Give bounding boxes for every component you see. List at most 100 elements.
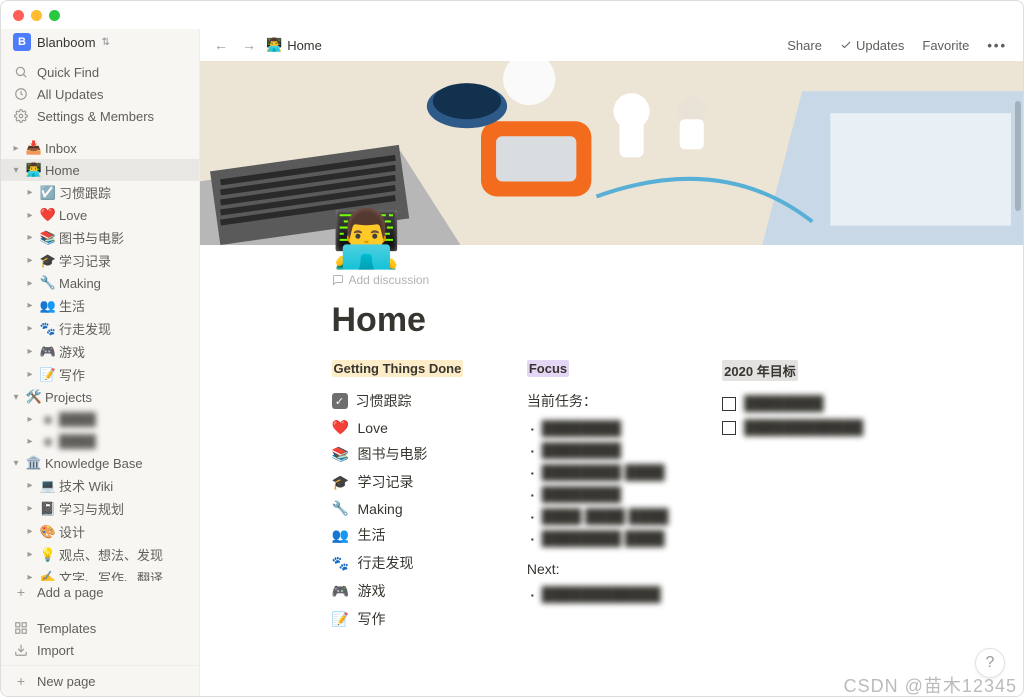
caret-icon[interactable]: ▾ xyxy=(9,456,23,470)
cover-image[interactable] xyxy=(200,61,1023,245)
scrollbar-thumb[interactable] xyxy=(1015,101,1021,211)
content-scroll[interactable]: 👨‍💻 Add discussion Home Getting Things D… xyxy=(200,61,1023,696)
checkbox-icon: ✓ xyxy=(332,393,348,409)
bullet-item[interactable]: ████████ ████ xyxy=(531,461,696,483)
item-emoji: 🎓 xyxy=(332,474,350,491)
share-button[interactable]: Share xyxy=(781,36,828,55)
bullet-item[interactable]: ████ ████ ████ xyxy=(531,505,696,527)
caret-icon[interactable]: ▸ xyxy=(9,141,23,155)
gtd-item[interactable]: 🐾行走发现 xyxy=(332,549,501,577)
gtd-item[interactable]: 🔧Making xyxy=(332,496,501,521)
gtd-item[interactable]: 📚图书与电影 xyxy=(332,440,501,468)
caret-icon[interactable]: ▾ xyxy=(9,390,23,404)
tree-page[interactable]: ▸🐾行走发现 xyxy=(1,317,199,340)
tree-page[interactable]: ▸👥生活 xyxy=(1,294,199,317)
workspace-switcher[interactable]: B Blanboom ⇅ xyxy=(1,29,199,61)
tree-page[interactable]: ▸☑️习惯跟踪 xyxy=(1,181,199,204)
gtd-item[interactable]: 📝写作 xyxy=(332,605,501,633)
bullet-item[interactable]: ████████ xyxy=(531,439,696,461)
breadcrumb[interactable]: 👨‍💻 Home xyxy=(266,37,322,53)
download-icon xyxy=(13,642,29,658)
gtd-item[interactable]: ✓习惯跟踪 xyxy=(332,387,501,415)
caret-icon[interactable]: ▾ xyxy=(9,163,23,177)
tree-section[interactable]: ▾🏛️Knowledge Base xyxy=(1,452,199,474)
tree-page[interactable]: ▸🎓学习记录 xyxy=(1,249,199,272)
caret-icon[interactable]: ▸ xyxy=(23,571,37,582)
tree-page[interactable]: ▸🎮游戏 xyxy=(1,340,199,363)
caret-icon[interactable]: ▸ xyxy=(23,548,37,562)
item-emoji: ❤️ xyxy=(332,419,350,436)
page-title[interactable]: Home xyxy=(332,301,892,340)
tree-page[interactable]: ▸■████ xyxy=(1,408,199,430)
tree-page[interactable]: ▸🎨设计 xyxy=(1,520,199,543)
caret-icon[interactable]: ▸ xyxy=(23,276,37,290)
bullet-text: ████████ xyxy=(542,442,621,458)
tree-page[interactable]: ▸✍️文字、写作、翻译 xyxy=(1,566,199,581)
gtd-item[interactable]: 👥生活 xyxy=(332,521,501,549)
caret-icon[interactable]: ▸ xyxy=(23,434,37,448)
settings-members[interactable]: Settings & Members xyxy=(1,105,199,127)
column-goals: 2020 年目标 ████████████████████ xyxy=(722,360,891,439)
gtd-item[interactable]: 🎓学习记录 xyxy=(332,468,501,496)
help-button[interactable]: ? xyxy=(975,648,1005,678)
new-page-link[interactable]: + New page xyxy=(1,670,199,692)
bullet-item[interactable]: ████████ ████ xyxy=(531,527,696,549)
caret-icon[interactable]: ▸ xyxy=(23,299,37,313)
caret-icon[interactable]: ▸ xyxy=(23,502,37,516)
tree-section[interactable]: ▸📥Inbox xyxy=(1,137,199,159)
add-page-link[interactable]: + Add a page xyxy=(1,581,199,603)
heading-gtd[interactable]: Getting Things Done xyxy=(332,360,464,377)
tree-page[interactable]: ▸💻技术 Wiki xyxy=(1,474,199,497)
quick-find[interactable]: Quick Find xyxy=(1,61,199,83)
favorite-button[interactable]: Favorite xyxy=(916,36,975,55)
goal-task[interactable]: ████████ xyxy=(722,391,891,415)
heading-focus[interactable]: Focus xyxy=(527,360,569,377)
check-icon xyxy=(840,39,852,51)
goal-task[interactable]: ████████████ xyxy=(722,415,891,439)
tree-emoji: ☑️ xyxy=(39,185,57,201)
maximize-window-dot[interactable] xyxy=(49,10,60,21)
gtd-item[interactable]: 🎮游戏 xyxy=(332,577,501,605)
tree-page[interactable]: ▸🔧Making xyxy=(1,272,199,294)
updates-button[interactable]: Updates xyxy=(834,36,910,55)
gtd-item[interactable]: ❤️Love xyxy=(332,415,501,440)
tree-page[interactable]: ▸■████ xyxy=(1,430,199,452)
caret-icon[interactable]: ▸ xyxy=(23,231,37,245)
caret-icon[interactable]: ▸ xyxy=(23,479,37,493)
checkbox-icon[interactable] xyxy=(722,397,736,411)
import-link[interactable]: Import xyxy=(1,639,199,661)
more-menu-button[interactable]: ••• xyxy=(981,36,1013,55)
all-updates[interactable]: All Updates xyxy=(1,83,199,105)
caret-icon[interactable]: ▸ xyxy=(23,322,37,336)
caret-icon[interactable]: ▸ xyxy=(23,525,37,539)
tree-page[interactable]: ▸📝写作 xyxy=(1,363,199,386)
tree-emoji: 📝 xyxy=(39,367,57,383)
templates-link[interactable]: Templates xyxy=(1,617,199,639)
bullet-item[interactable]: ████████ xyxy=(531,417,696,439)
caret-icon[interactable]: ▸ xyxy=(23,368,37,382)
bullet-item[interactable]: ████████ xyxy=(531,483,696,505)
minimize-window-dot[interactable] xyxy=(31,10,42,21)
item-emoji: 📚 xyxy=(332,446,350,463)
tree-page[interactable]: ▸📚图书与电影 xyxy=(1,226,199,249)
checkbox-icon[interactable] xyxy=(722,421,736,435)
back-button[interactable]: ← xyxy=(210,34,232,56)
page-icon[interactable]: 👨‍💻 xyxy=(332,211,402,267)
clock-icon xyxy=(13,86,29,102)
tree-page[interactable]: ▸❤️Love xyxy=(1,204,199,226)
close-window-dot[interactable] xyxy=(13,10,24,21)
tree-page[interactable]: ▸💡观点、想法、发现 xyxy=(1,543,199,566)
caret-icon[interactable]: ▸ xyxy=(23,412,37,426)
caret-icon[interactable]: ▸ xyxy=(23,208,37,222)
caret-icon[interactable]: ▸ xyxy=(23,254,37,268)
forward-button[interactable]: → xyxy=(238,34,260,56)
caret-icon[interactable]: ▸ xyxy=(23,345,37,359)
tree-label: 写作 xyxy=(59,365,85,384)
scrollbar[interactable] xyxy=(1014,61,1022,696)
tree-section[interactable]: ▾👨‍💻Home xyxy=(1,159,199,181)
tree-page[interactable]: ▸📓学习与规划 xyxy=(1,497,199,520)
heading-goals[interactable]: 2020 年目标 xyxy=(722,360,798,381)
caret-icon[interactable]: ▸ xyxy=(23,186,37,200)
bullet-item[interactable]: ████████████ xyxy=(531,583,696,605)
tree-section[interactable]: ▾🛠️Projects xyxy=(1,386,199,408)
